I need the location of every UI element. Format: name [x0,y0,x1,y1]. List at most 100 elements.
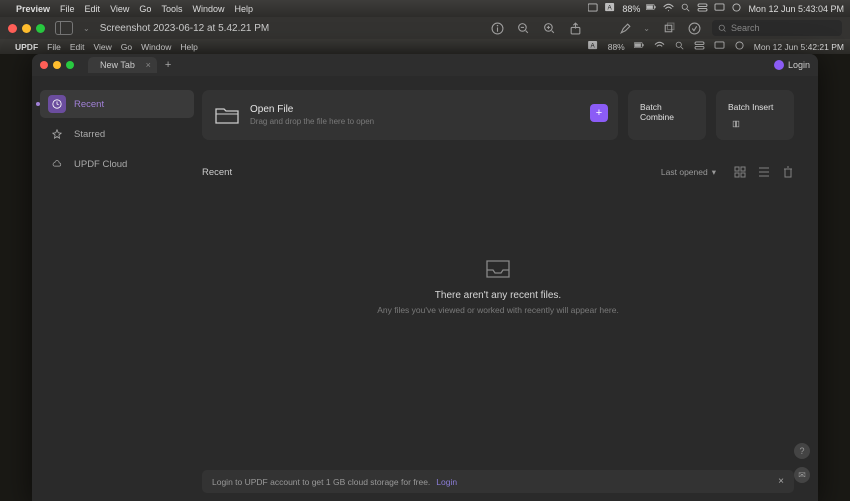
list-view-icon[interactable] [758,166,770,178]
menu-help[interactable]: Help [234,4,253,14]
share-icon[interactable] [567,20,583,36]
updf-titlebar: New Tab × + Login [32,54,818,76]
banner-text: Login to UPDF account to get 1 GB cloud … [212,477,430,487]
inner-clock: Mon 12 Jun 5:42:21 PM [754,42,844,52]
active-indicator-icon [36,102,40,106]
empty-title: There aren't any recent files. [435,290,561,301]
markup-icon[interactable] [686,20,702,36]
zoom-out-icon[interactable] [515,20,531,36]
tab-new[interactable]: New Tab × [88,57,157,73]
input-source-icon[interactable]: A [605,3,616,14]
search-field[interactable]: Search [712,20,842,36]
updf-window-controls[interactable] [40,61,74,69]
menu-go[interactable]: Go [139,4,151,14]
empty-state: There aren't any recent files. Any files… [202,258,794,315]
app-name[interactable]: Preview [16,4,50,14]
info-icon[interactable] [489,20,505,36]
menu-view[interactable]: View [110,4,129,14]
input-source-icon: A [588,41,599,52]
wifi-icon[interactable] [663,3,674,14]
sidebar: Recent Starred UPDF Cloud [32,76,202,501]
inner-menu-file: File [47,42,61,52]
sidebar-toggle-icon[interactable] [55,21,73,35]
add-tab-button[interactable]: + [165,59,171,71]
control-center-icon[interactable] [697,3,708,14]
macos-menubar-outer: Preview File Edit View Go Tools Window H… [0,0,850,17]
battery-percent[interactable]: 88% [622,4,640,14]
zoom-window-icon[interactable] [36,24,45,33]
recent-heading: Recent [202,167,232,178]
highlight-icon[interactable] [617,20,633,36]
updf-window: New Tab × + Login Recent Starr [32,54,818,501]
control-center-icon [694,41,705,52]
spotlight-icon [674,41,685,52]
sidebar-item-label: UPDF Cloud [74,159,127,170]
screenshot-content: UPDF File Edit View Go Window Help A 88%… [0,39,850,501]
login-label: Login [788,60,810,70]
close-window-icon[interactable] [40,61,48,69]
card-title: Batch Combine [640,102,694,122]
rotate-icon[interactable] [660,20,676,36]
macos-menubar-inner: UPDF File Edit View Go Window Help A 88%… [0,39,850,54]
clock-icon [48,95,66,113]
main-panel: Open File Drag and drop the file here to… [202,76,818,501]
clock[interactable]: Mon 12 Jun 5:43:04 PM [748,4,844,14]
login-button[interactable]: Login [774,60,810,70]
banner-close-icon[interactable]: × [778,476,784,487]
inner-menu-view: View [94,42,112,52]
batch-combine-card[interactable]: Batch Combine [628,90,706,140]
inner-menu-go: Go [121,42,132,52]
window-controls[interactable] [8,24,45,33]
sidebar-item-starred[interactable]: Starred [40,120,194,148]
battery-icon[interactable] [646,3,657,14]
close-window-icon[interactable] [8,24,17,33]
open-file-card[interactable]: Open File Drag and drop the file here to… [202,90,618,140]
menu-tools[interactable]: Tools [161,4,182,14]
screen-mirror-icon [714,41,725,52]
menu-edit[interactable]: Edit [85,4,101,14]
inner-menu-window: Window [141,42,171,52]
login-banner: Login to UPDF account to get 1 GB cloud … [202,470,794,493]
insert-icon [728,120,744,128]
empty-subtitle: Any files you've viewed or worked with r… [377,305,619,315]
sort-dropdown[interactable]: Last opened ▾ [661,167,716,178]
screen-mirror-icon[interactable] [714,3,725,14]
siri-icon[interactable] [731,3,742,14]
help-fab[interactable]: ? [794,443,810,459]
grid-view-icon[interactable] [734,166,746,178]
feedback-fab[interactable]: ✉ [794,467,810,483]
sidebar-item-recent[interactable]: Recent [40,90,194,118]
avatar-icon [774,60,784,70]
star-icon [48,125,66,143]
menubar-extra-icon[interactable] [588,3,599,14]
sidebar-item-label: Starred [74,129,105,140]
delete-icon[interactable] [782,166,794,178]
siri-icon [734,41,745,52]
wifi-icon [654,41,665,52]
zoom-window-icon[interactable] [66,61,74,69]
sidebar-item-cloud[interactable]: UPDF Cloud [40,150,194,178]
inner-app-name: UPDF [15,42,38,52]
inner-menu-help: Help [180,42,197,52]
card-title: Batch Insert [728,102,782,112]
search-icon [718,24,727,33]
add-file-button[interactable]: + [590,104,608,122]
banner-login-link[interactable]: Login [436,477,457,487]
tab-close-icon[interactable]: × [146,60,151,70]
chevron-down-icon[interactable]: ⌄ [83,24,90,33]
menu-file[interactable]: File [60,4,75,14]
search-placeholder: Search [731,23,760,33]
zoom-in-icon[interactable] [541,20,557,36]
spotlight-icon[interactable] [680,3,691,14]
minimize-window-icon[interactable] [22,24,31,33]
menu-window[interactable]: Window [192,4,224,14]
open-file-subtitle: Drag and drop the file here to open [250,117,374,126]
sidebar-item-label: Recent [74,99,104,110]
chevron-down-icon[interactable]: ⌄ [643,24,650,33]
folder-icon [214,104,240,126]
open-file-title: Open File [250,104,374,115]
batch-insert-card[interactable]: Batch Insert [716,90,794,140]
minimize-window-icon[interactable] [53,61,61,69]
preview-toolbar: ⌄ Screenshot 2023-06-12 at 5.42.21 PM ⌄ … [0,17,850,39]
tab-label: New Tab [100,60,135,70]
